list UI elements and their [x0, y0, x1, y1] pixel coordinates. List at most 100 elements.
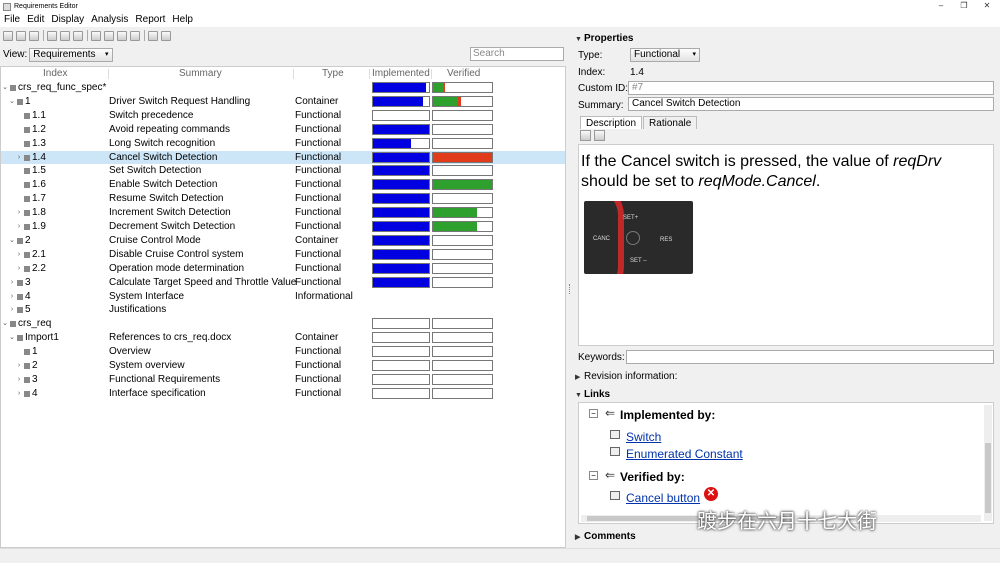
tree-row[interactable]: › 1.9 Decrement Switch Detection Functional	[1, 220, 565, 234]
tree-row[interactable]: › 1.4 Cancel Switch Detection Functional	[1, 150, 565, 165]
chevron-right-icon[interactable]: ›	[8, 276, 16, 290]
column-implemented[interactable]: Implemented	[372, 68, 430, 79]
link-enumerated-constant[interactable]: Enumerated Constant	[626, 447, 743, 461]
new-icon[interactable]	[3, 30, 13, 41]
refresh-icon[interactable]	[161, 30, 171, 41]
delete-icon[interactable]	[130, 30, 140, 41]
links-vertical-scrollbar[interactable]	[984, 405, 992, 521]
column-verified[interactable]: Verified	[447, 68, 480, 79]
collapse-minus-icon[interactable]: −	[589, 471, 598, 480]
properties-pane: ▼ Properties Type: Functional ▾ Index: 1.…	[575, 30, 1000, 548]
add-child-icon[interactable]	[60, 30, 70, 41]
menu-edit[interactable]: Edit	[23, 13, 47, 27]
test-case-icon	[610, 491, 620, 500]
menu-analysis[interactable]: Analysis	[87, 13, 131, 27]
tree-row[interactable]: 1.2 Avoid repeating commands Functional	[1, 123, 565, 137]
tab-rationale[interactable]: Rationale	[643, 116, 698, 129]
tree-row[interactable]: 1.6 Enable Switch Detection Functional	[1, 178, 565, 192]
chevron-down-icon[interactable]: ⌄	[8, 95, 16, 109]
tree-row[interactable]: ⌄ 1 Driver Switch Request Handling Containe…	[1, 95, 565, 109]
chevron-right-icon[interactable]: ›	[15, 359, 23, 373]
menu-display[interactable]: Display	[47, 13, 87, 27]
link-switch[interactable]: Switch	[626, 430, 661, 444]
pane-splitter[interactable]	[566, 44, 575, 548]
tree-row[interactable]: › 2 System overview Functional	[1, 359, 565, 373]
minimize-button[interactable]: –	[930, 0, 952, 13]
tree-row[interactable]: › 5 Justifications	[1, 303, 565, 317]
chevron-right-icon[interactable]: ›	[15, 387, 23, 401]
implemented-fill	[373, 235, 429, 245]
column-type[interactable]: Type	[322, 68, 344, 79]
edit-icon[interactable]	[580, 130, 591, 141]
tree-row[interactable]: 1 Overview Functional	[1, 345, 565, 359]
tab-description[interactable]: Description	[580, 116, 643, 129]
tree-row[interactable]: ⌄ 2 Cruise Control Mode Container	[1, 234, 565, 248]
chevron-right-icon[interactable]: ›	[15, 248, 23, 262]
keywords-field[interactable]	[626, 350, 994, 364]
properties-header[interactable]: ▼ Properties	[575, 32, 633, 45]
chevron-down-icon[interactable]: ⌄	[8, 331, 16, 345]
paste-icon[interactable]	[117, 30, 127, 41]
tree-row[interactable]: ⌄ crs_req_func_spec*	[1, 81, 565, 95]
add-requirement-icon[interactable]	[47, 30, 57, 41]
row-summary: Justifications	[109, 304, 167, 316]
chevron-right-icon[interactable]: ›	[8, 303, 16, 317]
tree-row[interactable]: 1.3 Long Switch recognition Functional	[1, 137, 565, 151]
tree-row[interactable]: › 2.2 Operation mode determination Function…	[1, 262, 565, 276]
tree-row[interactable]: › 4 System Interface Informational	[1, 290, 565, 304]
links-header[interactable]: ▼ Links	[575, 388, 610, 401]
menu-report[interactable]: Report	[131, 13, 168, 27]
row-summary: Overview	[109, 346, 151, 358]
tree-row[interactable]: › 4 Interface specification Functional	[1, 387, 565, 401]
description-text-part: .	[815, 173, 821, 190]
chevron-right-icon[interactable]: ›	[15, 262, 23, 276]
search-input[interactable]: Search	[470, 47, 564, 61]
tree-row[interactable]: 1.7 Resume Switch Detection Functional	[1, 192, 565, 206]
cut-icon[interactable]	[91, 30, 101, 41]
summary-field[interactable]: Cancel Switch Detection	[628, 97, 994, 111]
chevron-right-icon[interactable]: ›	[8, 290, 16, 304]
chevron-right-icon[interactable]: ›	[15, 206, 23, 220]
tree-row[interactable]: › 3 Calculate Target Speed and Throttle Va…	[1, 276, 565, 290]
implemented-bar	[372, 234, 430, 246]
tree-row[interactable]: › 2.1 Disable Cruise Control system Functio…	[1, 248, 565, 262]
column-index[interactable]: Index	[43, 68, 67, 79]
open-folder-icon[interactable]	[16, 30, 26, 41]
add-justification-icon[interactable]	[73, 30, 83, 41]
splitter-grip[interactable]	[569, 284, 571, 294]
view-dropdown[interactable]: Requirements ▾	[29, 47, 113, 62]
chevron-right-icon[interactable]: ›	[15, 373, 23, 387]
tree-row[interactable]: › 1.8 Increment Switch Detection Functional	[1, 206, 565, 220]
tree-row[interactable]: ⌄ crs_req	[1, 317, 565, 331]
tree-row[interactable]: ⌄ Import1 References to crs_req.docx Contai…	[1, 331, 565, 345]
link-cancel-button[interactable]: Cancel button	[626, 491, 700, 505]
revision-info-header[interactable]: ▶ Revision information:	[575, 370, 677, 383]
implemented-bar	[372, 262, 430, 274]
photo-label: SET –	[630, 258, 647, 264]
format-icon[interactable]	[594, 130, 605, 141]
save-icon[interactable]	[29, 30, 39, 41]
tree-row[interactable]: 1.5 Set Switch Detection Functional	[1, 164, 565, 178]
chevron-down-icon[interactable]: ⌄	[1, 317, 9, 331]
chevron-down-icon[interactable]: ⌄	[1, 81, 9, 95]
requirement-icon	[24, 349, 30, 356]
chevron-right-icon[interactable]: ›	[15, 220, 23, 234]
row-type: Container	[295, 234, 339, 246]
menu-help[interactable]: Help	[168, 13, 196, 27]
tree-row[interactable]: 1.1 Switch precedence Functional	[1, 109, 565, 123]
collapse-minus-icon[interactable]: −	[589, 409, 598, 418]
menu-file[interactable]: File	[0, 13, 23, 27]
tree-row[interactable]: › 3 Functional Requirements Functional	[1, 373, 565, 387]
verified-bar	[432, 207, 493, 219]
type-dropdown[interactable]: Functional ▾	[630, 48, 700, 62]
scrollbar-thumb[interactable]	[985, 443, 991, 513]
close-button[interactable]: ✕	[976, 0, 998, 13]
chevron-right-icon[interactable]: ›	[15, 151, 23, 165]
custom-id-field[interactable]: #7	[628, 81, 994, 95]
comments-header[interactable]: ▶ Comments	[575, 530, 636, 543]
copy-icon[interactable]	[104, 30, 114, 41]
column-summary[interactable]: Summary	[179, 68, 222, 79]
maximize-button[interactable]: ❐	[953, 0, 975, 13]
chevron-down-icon[interactable]: ⌄	[8, 234, 16, 248]
back-icon[interactable]	[148, 30, 158, 41]
